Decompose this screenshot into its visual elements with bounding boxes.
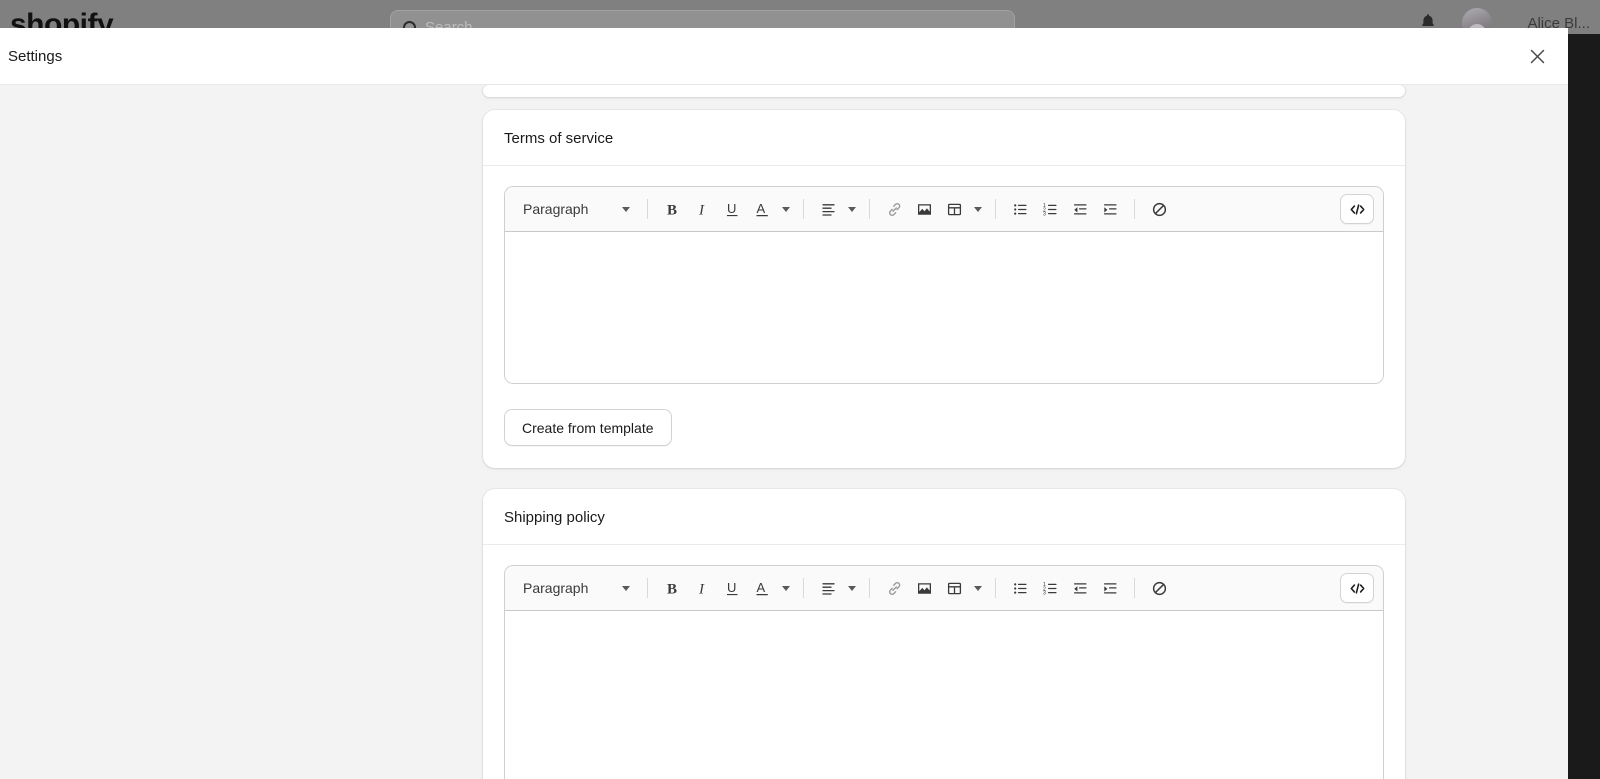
chevron-down-icon — [848, 585, 857, 591]
block-format-value: Paragraph — [523, 201, 589, 217]
toolbar-divider — [995, 578, 997, 598]
chevron-down-icon — [622, 585, 631, 591]
svg-text:U: U — [727, 580, 736, 595]
bold-button[interactable]: B — [657, 573, 687, 603]
card-header: Shipping policy — [483, 489, 1405, 545]
toolbar-divider — [869, 199, 871, 219]
numbered-list-button[interactable]: 1 2 3 — [1035, 573, 1065, 603]
numbered-list-button[interactable]: 1 2 3 — [1035, 194, 1065, 224]
rich-text-editor-terms-of-service: Paragraph B I U A 1 2 3 — [504, 186, 1384, 384]
clear-formatting-button[interactable] — [1144, 194, 1174, 224]
block-format-select[interactable]: Paragraph — [513, 194, 638, 224]
text-color-button[interactable]: A — [747, 573, 777, 603]
chevron-down-icon — [848, 206, 857, 212]
modal-header: Settings — [0, 28, 1568, 85]
toolbar-controls: Paragraph B I U A 1 2 3 — [513, 194, 1340, 224]
card-section: Paragraph B I — [483, 545, 1405, 779]
block-format-value: Paragraph — [523, 580, 589, 596]
alignment-caret-button[interactable] — [844, 573, 860, 603]
table-button[interactable] — [939, 194, 969, 224]
text-color-caret-button[interactable] — [778, 573, 794, 603]
previous-card-partial — [483, 85, 1405, 97]
svg-text:U: U — [727, 201, 736, 216]
italic-button[interactable]: I — [687, 194, 717, 224]
table-control — [939, 194, 986, 224]
card-title: Terms of service — [504, 130, 614, 147]
underline-button[interactable]: U — [717, 573, 747, 603]
toolbar-divider — [1134, 578, 1136, 598]
svg-text:3: 3 — [1043, 590, 1046, 596]
toolbar-divider — [803, 199, 805, 219]
indent-button[interactable] — [1095, 194, 1125, 224]
chevron-down-icon — [782, 206, 791, 212]
table-button[interactable] — [939, 573, 969, 603]
svg-text:B: B — [667, 581, 677, 597]
chevron-down-icon — [782, 585, 791, 591]
image-button[interactable] — [909, 194, 939, 224]
card-shipping-policy: Shipping policy Paragraph B I U A 1 2 3 — [483, 489, 1405, 779]
alignment-control — [813, 573, 860, 603]
text-color-control: A — [747, 573, 794, 603]
link-button[interactable] — [879, 573, 909, 603]
modal-body: Terms of service Paragraph B I U A 1 2 3… — [0, 85, 1568, 779]
alignment-control — [813, 194, 860, 224]
toolbar-divider — [803, 578, 805, 598]
card-section: Paragraph B I — [483, 166, 1405, 468]
settings-scroll-area[interactable]: Terms of service Paragraph B I U A 1 2 3… — [0, 85, 1568, 779]
bulleted-list-button[interactable] — [1005, 573, 1035, 603]
card-title: Shipping policy — [504, 509, 605, 526]
text-color-caret-button[interactable] — [778, 194, 794, 224]
text-color-control: A — [747, 194, 794, 224]
italic-button[interactable]: I — [687, 573, 717, 603]
bulleted-list-button[interactable] — [1005, 194, 1035, 224]
toolbar-controls: Paragraph B I U A 1 2 3 — [513, 573, 1340, 603]
editor-toolbar: Paragraph B I U A 1 2 3 — [505, 187, 1383, 232]
indent-button[interactable] — [1095, 573, 1125, 603]
svg-text:B: B — [667, 202, 677, 218]
bold-button[interactable]: B — [657, 194, 687, 224]
underline-button[interactable]: U — [717, 194, 747, 224]
chevron-down-icon — [974, 585, 983, 591]
toolbar-divider — [995, 199, 997, 219]
toolbar-divider — [869, 578, 871, 598]
alignment-caret-button[interactable] — [844, 194, 860, 224]
toolbar-divider — [647, 199, 649, 219]
toolbar-divider — [1134, 199, 1136, 219]
align-left-button[interactable] — [813, 194, 843, 224]
outdent-button[interactable] — [1065, 573, 1095, 603]
editor-toolbar: Paragraph B I U A 1 2 3 — [505, 566, 1383, 611]
table-control — [939, 573, 986, 603]
code-view-button[interactable] — [1340, 573, 1374, 603]
chevron-down-icon — [622, 206, 631, 212]
svg-text:I: I — [698, 581, 705, 597]
settings-content-column: Terms of service Paragraph B I U A 1 2 3… — [483, 85, 1405, 779]
image-button[interactable] — [909, 573, 939, 603]
code-view-button[interactable] — [1340, 194, 1374, 224]
svg-text:3: 3 — [1043, 211, 1046, 217]
svg-text:I: I — [698, 202, 705, 218]
card-header: Terms of service — [483, 110, 1405, 166]
table-caret-button[interactable] — [970, 194, 986, 224]
table-caret-button[interactable] — [970, 573, 986, 603]
clear-formatting-button[interactable] — [1144, 573, 1174, 603]
settings-modal: Settings Terms of service Paragraph B I … — [0, 28, 1568, 779]
chevron-down-icon — [974, 206, 983, 212]
outdent-button[interactable] — [1065, 194, 1095, 224]
align-left-button[interactable] — [813, 573, 843, 603]
card-terms-of-service: Terms of service Paragraph B I U A 1 2 3… — [483, 110, 1405, 468]
svg-text:A: A — [756, 580, 765, 595]
svg-text:A: A — [756, 201, 765, 216]
create-from-template-button[interactable]: Create from template — [504, 409, 672, 446]
text-color-button[interactable]: A — [747, 194, 777, 224]
editor-content-area[interactable] — [505, 232, 1383, 383]
toolbar-divider — [647, 578, 649, 598]
editor-content-area[interactable] — [505, 611, 1383, 779]
link-button[interactable] — [879, 194, 909, 224]
close-icon[interactable] — [1520, 39, 1554, 73]
block-format-select[interactable]: Paragraph — [513, 573, 638, 603]
page-title: Settings — [8, 47, 63, 65]
rich-text-editor-shipping-policy: Paragraph B I U A 1 2 3 — [504, 565, 1384, 779]
